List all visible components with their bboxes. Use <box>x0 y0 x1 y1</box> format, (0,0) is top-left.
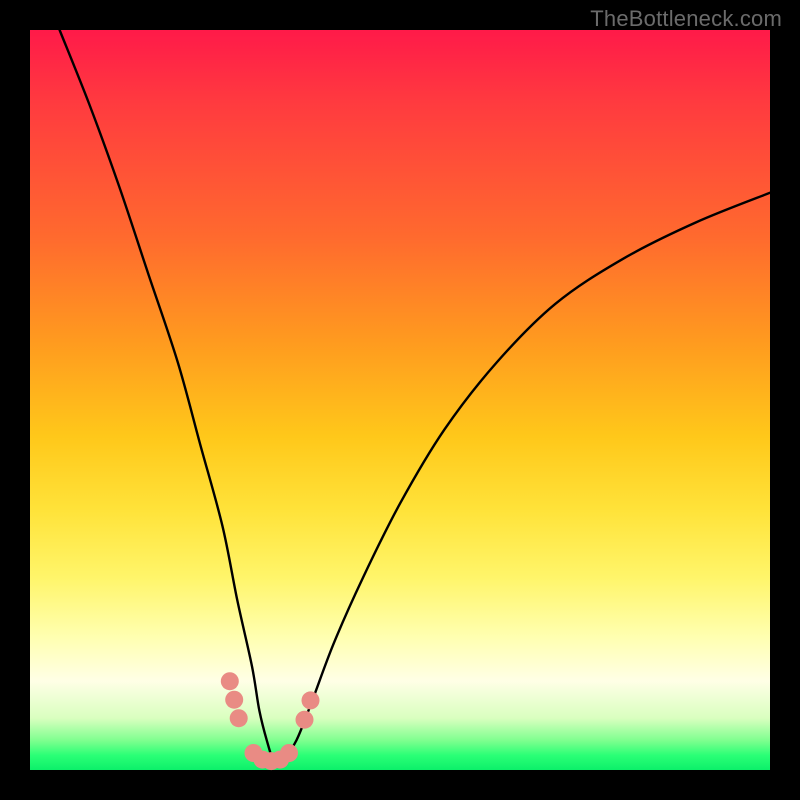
bottleneck-curve-path <box>60 30 770 765</box>
highlight-dot <box>225 691 243 709</box>
highlight-dots-group <box>221 672 320 770</box>
highlight-dot <box>302 691 320 709</box>
watermark-text: TheBottleneck.com <box>590 6 782 32</box>
chart-frame: TheBottleneck.com <box>0 0 800 800</box>
chart-plot-area <box>30 30 770 770</box>
chart-svg <box>30 30 770 770</box>
highlight-dot <box>296 711 314 729</box>
highlight-dot <box>221 672 239 690</box>
highlight-dot <box>230 709 248 727</box>
highlight-dot <box>280 744 298 762</box>
